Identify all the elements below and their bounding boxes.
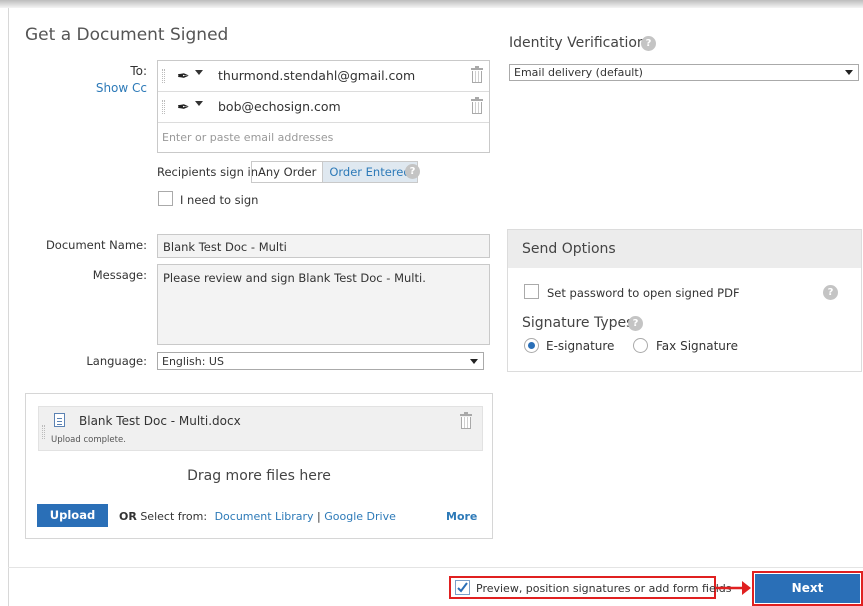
sign-order-toggle: Any Order Order Entered	[251, 161, 418, 183]
select-from-label: Select from:	[140, 510, 208, 523]
message-label: Message:	[92, 268, 147, 282]
footer-divider	[8, 567, 863, 568]
show-cc-link[interactable]: Show Cc	[85, 81, 147, 95]
recipient-email: thurmond.stendahl@gmail.com	[218, 68, 416, 83]
window-top-shadow	[0, 0, 863, 8]
document-name-label: Document Name:	[45, 238, 147, 252]
pen-icon[interactable]: ✒	[177, 67, 190, 85]
chevron-down-icon[interactable]	[195, 70, 203, 75]
fax-signature-label: Fax Signature	[656, 339, 738, 353]
select-from-row: OR Select from: Document Library | Googl…	[119, 510, 396, 523]
drag-handle-icon[interactable]	[42, 425, 45, 439]
document-library-link[interactable]: Document Library	[215, 510, 314, 523]
i-need-to-sign-label: I need to sign	[180, 193, 259, 207]
signature-types-label: Signature Types	[522, 315, 634, 331]
help-icon[interactable]: ?	[405, 164, 420, 179]
or-label: OR	[119, 510, 137, 523]
recipient-row[interactable]: ✒ thurmond.stendahl@gmail.com	[158, 61, 489, 92]
document-name-field[interactable]: Blank Test Doc - Multi	[157, 234, 490, 258]
preview-checkbox[interactable]	[455, 580, 470, 595]
drag-handle-icon[interactable]	[162, 69, 165, 83]
page-title: Get a Document Signed	[25, 25, 229, 45]
trash-icon[interactable]	[460, 412, 472, 429]
trash-icon[interactable]	[471, 97, 483, 114]
upload-panel: Blank Test Doc - Multi.docx Upload compl…	[25, 393, 493, 539]
google-drive-link[interactable]: Google Drive	[324, 510, 396, 523]
order-entered-option[interactable]: Order Entered	[322, 162, 417, 182]
recipient-row[interactable]: ✒ bob@echosign.com	[158, 92, 489, 123]
help-icon[interactable]: ?	[628, 316, 643, 331]
i-need-to-sign-checkbox[interactable]	[158, 191, 173, 206]
any-order-option[interactable]: Any Order	[252, 162, 322, 182]
language-value: English: US	[162, 355, 224, 368]
language-label: Language:	[86, 354, 147, 368]
send-options-panel: Send Options Set password to open signed…	[507, 229, 862, 372]
chevron-down-icon[interactable]	[195, 101, 203, 106]
preview-label: Preview, position signatures or add form…	[476, 582, 732, 595]
language-select[interactable]: English: US	[157, 352, 484, 370]
send-options-title: Send Options	[508, 230, 861, 268]
dropdown-arrow-icon	[470, 359, 478, 364]
fax-signature-radio[interactable]	[633, 338, 648, 353]
file-name: Blank Test Doc - Multi.docx	[79, 414, 241, 428]
pen-icon[interactable]: ✒	[177, 98, 190, 116]
identity-verification-title: Identity Verification	[509, 35, 646, 51]
to-label: To:	[130, 64, 147, 78]
help-icon[interactable]: ?	[823, 285, 838, 300]
document-icon	[54, 413, 65, 427]
next-button[interactable]: Next	[755, 574, 860, 603]
upload-button[interactable]: Upload	[37, 504, 108, 527]
recipient-email: bob@echosign.com	[218, 99, 341, 114]
trash-icon[interactable]	[471, 66, 483, 83]
link-separator: |	[317, 510, 321, 523]
file-item: Blank Test Doc - Multi.docx Upload compl…	[38, 406, 483, 451]
arrow-annotation-icon	[716, 581, 751, 595]
message-textarea[interactable]: Please review and sign Blank Test Doc - …	[157, 264, 490, 345]
identity-verification-value: Email delivery (default)	[514, 66, 643, 79]
dropdown-arrow-icon	[845, 70, 853, 75]
e-signature-label: E-signature	[546, 339, 615, 353]
upload-status: Upload complete.	[51, 435, 126, 445]
drag-handle-icon[interactable]	[162, 100, 165, 114]
checkmark-icon	[457, 582, 468, 593]
sign-order-label: Recipients sign in	[157, 165, 258, 179]
email-input[interactable]: Enter or paste email addresses	[162, 131, 333, 144]
e-signature-radio[interactable]	[524, 338, 539, 353]
more-link[interactable]: More	[446, 510, 477, 523]
set-password-checkbox[interactable]	[524, 284, 539, 299]
identity-verification-select[interactable]: Email delivery (default)	[509, 64, 859, 81]
drag-files-text: Drag more files here	[187, 468, 331, 484]
recipients-box: ✒ thurmond.stendahl@gmail.com ✒ bob@echo…	[157, 60, 490, 153]
help-icon[interactable]: ?	[641, 36, 656, 51]
set-password-label: Set password to open signed PDF	[547, 286, 740, 300]
